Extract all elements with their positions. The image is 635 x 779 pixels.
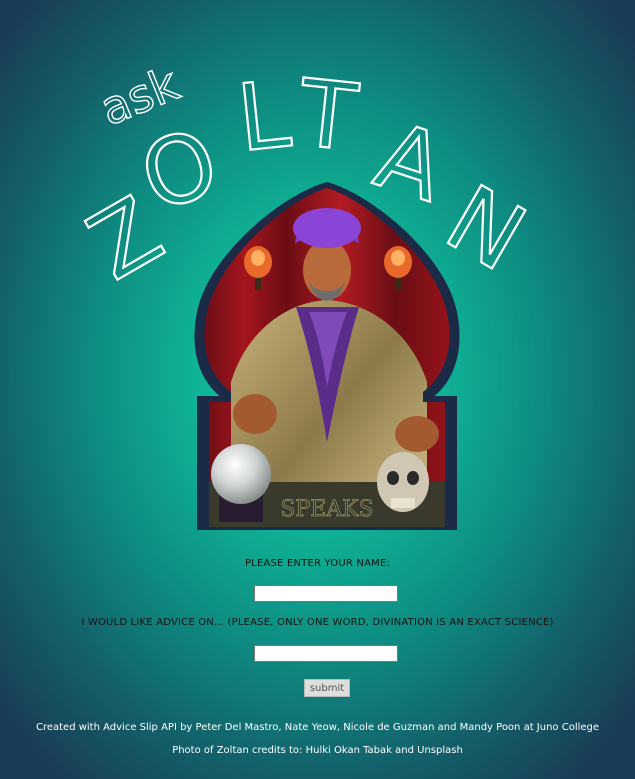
- logo-letter-l: L: [233, 61, 295, 173]
- crystal-ball-icon: [211, 444, 271, 522]
- logo-letter-t: T: [293, 60, 362, 172]
- advice-topic-input[interactable]: [254, 645, 398, 662]
- submit-button[interactable]: submit: [304, 679, 350, 697]
- zoltan-portrait: SPEAKS: [194, 182, 460, 530]
- name-input[interactable]: [254, 585, 398, 602]
- name-label: PLEASE ENTER YOUR NAME:: [244, 558, 391, 569]
- advice-topic-label: I WOULD LIKE ADVICE ON... (PLEASE, ONLY …: [81, 617, 554, 628]
- api-credit: Created with Advice Slip API by Peter De…: [35, 722, 600, 733]
- photo-credit: Photo of Zoltan credits to: Hulki Okan T…: [172, 745, 463, 756]
- skull-icon: [377, 452, 429, 512]
- speaks-banner: SPEAKS: [280, 497, 373, 522]
